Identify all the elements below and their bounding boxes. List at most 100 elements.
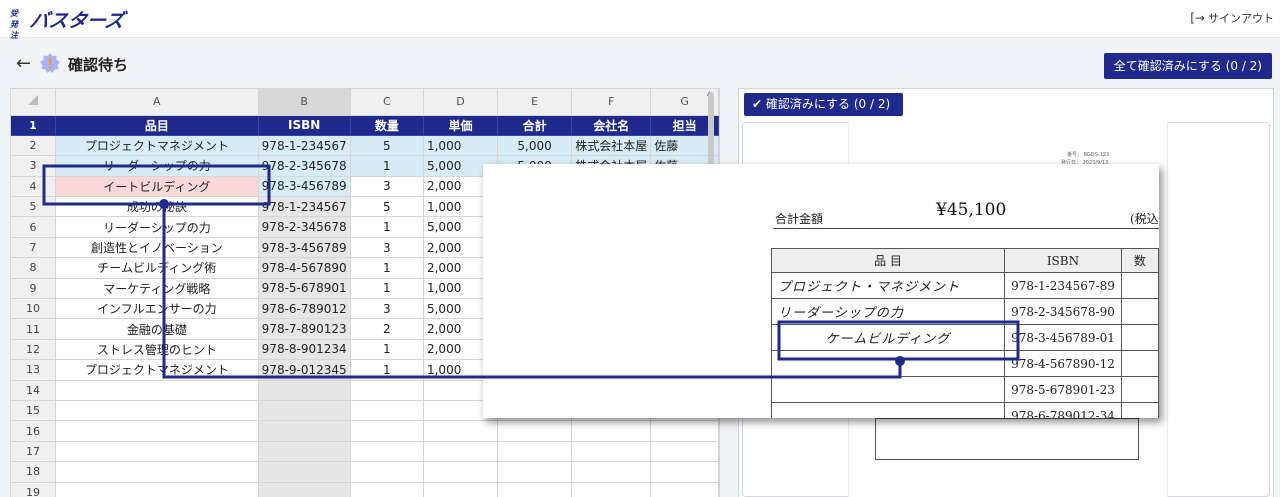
column-letter-f[interactable]: F bbox=[571, 89, 652, 116]
cell-isbn[interactable] bbox=[258, 400, 351, 422]
row-number[interactable]: 12 bbox=[11, 339, 56, 361]
cell-qty[interactable]: 3 bbox=[350, 298, 424, 320]
cell-qty[interactable]: 5 bbox=[350, 196, 424, 218]
header-cell-item[interactable]: 品目 bbox=[55, 115, 259, 136]
row-number[interactable]: 10 bbox=[11, 298, 56, 320]
header-cell-price[interactable]: 単価 bbox=[423, 115, 498, 136]
cell-person[interactable] bbox=[650, 482, 719, 497]
cell-price[interactable] bbox=[423, 482, 498, 497]
cell-qty[interactable] bbox=[350, 482, 424, 497]
row-number[interactable]: 15 bbox=[11, 400, 56, 422]
cell-isbn[interactable]: 978-7-890123 bbox=[258, 318, 351, 340]
cell-qty[interactable]: 5 bbox=[350, 135, 424, 157]
cell-qty[interactable]: 1 bbox=[350, 257, 424, 279]
cell-item[interactable]: プロジェクトマネジメント bbox=[55, 359, 259, 381]
cell-item[interactable]: ストレス管理のヒント bbox=[55, 339, 259, 361]
cell-isbn[interactable]: 978-1-234567 bbox=[258, 135, 351, 157]
confirm-button[interactable]: ✔ 確認済みにする (0 / 2) bbox=[744, 93, 903, 116]
cell-qty[interactable]: 1 bbox=[350, 216, 424, 238]
cell-isbn[interactable]: 978-3-456789 bbox=[258, 237, 351, 259]
row-number[interactable]: 17 bbox=[11, 441, 56, 463]
cell-item[interactable]: 成功の秘訣 bbox=[55, 196, 259, 218]
cell-qty[interactable] bbox=[350, 461, 424, 483]
header-cell-qty[interactable]: 数量 bbox=[350, 115, 424, 136]
cell-isbn[interactable] bbox=[258, 441, 351, 463]
signout-button[interactable]: [→ サインアウト bbox=[1190, 10, 1274, 26]
cell-qty[interactable] bbox=[350, 380, 424, 401]
cell-company[interactable] bbox=[571, 420, 652, 442]
cell-item[interactable] bbox=[55, 420, 259, 442]
header-cell-isbn[interactable]: ISBN bbox=[258, 115, 351, 136]
column-letter-b[interactable]: B bbox=[258, 89, 351, 116]
row-number[interactable]: 7 bbox=[11, 237, 56, 259]
cell-isbn[interactable] bbox=[258, 380, 351, 401]
cell-isbn[interactable] bbox=[258, 482, 351, 497]
cell-item[interactable]: マーケティング戦略 bbox=[55, 278, 259, 300]
cell-qty[interactable]: 1 bbox=[350, 155, 424, 177]
cell-qty[interactable]: 1 bbox=[350, 339, 424, 361]
cell-isbn[interactable]: 978-1-234567 bbox=[258, 196, 351, 218]
cell-qty[interactable]: 3 bbox=[350, 237, 424, 259]
column-letter-a[interactable]: A bbox=[55, 89, 259, 116]
row-number[interactable]: 3 bbox=[11, 155, 56, 177]
column-letter-d[interactable]: D bbox=[423, 89, 498, 116]
cell-item[interactable]: 創造性とイノベーション bbox=[55, 237, 259, 259]
back-arrow-icon[interactable]: ← bbox=[16, 53, 31, 74]
row-number[interactable]: 13 bbox=[11, 359, 56, 381]
row-number[interactable]: 11 bbox=[11, 318, 56, 340]
cell-qty[interactable] bbox=[350, 400, 424, 422]
cell-price[interactable] bbox=[423, 420, 498, 442]
cell-isbn[interactable]: 978-5-678901 bbox=[258, 278, 351, 300]
cell-isbn[interactable]: 978-4-567890 bbox=[258, 257, 351, 279]
cell-price[interactable] bbox=[423, 441, 498, 463]
cell-qty[interactable] bbox=[350, 420, 424, 442]
cell-isbn[interactable]: 978-2-345678 bbox=[258, 155, 351, 177]
select-all-corner[interactable] bbox=[11, 89, 56, 116]
column-letter-c[interactable]: C bbox=[350, 89, 424, 116]
row-number[interactable]: 18 bbox=[11, 461, 56, 483]
cell-price[interactable]: 1,000 bbox=[423, 135, 498, 157]
cell-item[interactable] bbox=[55, 461, 259, 483]
cell-person[interactable] bbox=[650, 461, 719, 483]
cell-item[interactable]: リーダーシップの力 bbox=[55, 155, 259, 177]
row-number[interactable]: 4 bbox=[11, 176, 56, 198]
cell-item[interactable] bbox=[55, 441, 259, 463]
cell-qty[interactable]: 1 bbox=[350, 359, 424, 381]
cell-qty[interactable] bbox=[350, 441, 424, 463]
cell-company[interactable] bbox=[571, 441, 652, 463]
cell-isbn[interactable]: 978-8-901234 bbox=[258, 339, 351, 361]
cell-item[interactable]: チームビルディング術 bbox=[55, 257, 259, 279]
cell-qty[interactable]: 1 bbox=[350, 278, 424, 300]
row-number[interactable]: 2 bbox=[11, 135, 56, 157]
cell-company[interactable] bbox=[571, 461, 652, 483]
row-number[interactable]: 6 bbox=[11, 216, 56, 238]
row-number[interactable]: 1 bbox=[11, 115, 56, 136]
cell-total[interactable] bbox=[497, 461, 573, 483]
cell-company[interactable]: 株式会社本屋 bbox=[571, 135, 652, 157]
row-number[interactable]: 14 bbox=[11, 380, 56, 401]
cell-item[interactable] bbox=[55, 380, 259, 401]
cell-item[interactable] bbox=[55, 482, 259, 497]
cell-isbn[interactable]: 978-2-345678 bbox=[258, 216, 351, 238]
cell-qty[interactable]: 2 bbox=[350, 318, 424, 340]
cell-item[interactable]: イートビルディング bbox=[55, 176, 259, 198]
confirm-all-button[interactable]: 全て確認済みにする (0 / 2) bbox=[1103, 53, 1272, 79]
row-number[interactable]: 8 bbox=[11, 257, 56, 279]
cell-isbn[interactable]: 978-9-012345 bbox=[258, 359, 351, 381]
cell-company[interactable] bbox=[571, 482, 652, 497]
cell-total[interactable] bbox=[497, 420, 573, 442]
cell-item[interactable]: プロジェクトマネジメント bbox=[55, 135, 259, 157]
cell-isbn[interactable]: 978-6-789012 bbox=[258, 298, 351, 320]
cell-item[interactable]: 金融の基礎 bbox=[55, 318, 259, 340]
row-number[interactable]: 16 bbox=[11, 420, 56, 442]
row-number[interactable]: 5 bbox=[11, 196, 56, 218]
cell-person[interactable] bbox=[650, 441, 719, 463]
cell-item[interactable]: リーダーシップの力 bbox=[55, 216, 259, 238]
cell-total[interactable] bbox=[497, 482, 573, 497]
header-cell-total[interactable]: 合計 bbox=[497, 115, 573, 136]
cell-person[interactable] bbox=[650, 420, 719, 442]
row-number[interactable]: 9 bbox=[11, 278, 56, 300]
header-cell-company[interactable]: 会社名 bbox=[571, 115, 652, 136]
cell-total[interactable]: 5,000 bbox=[497, 135, 573, 157]
cell-item[interactable] bbox=[55, 400, 259, 422]
